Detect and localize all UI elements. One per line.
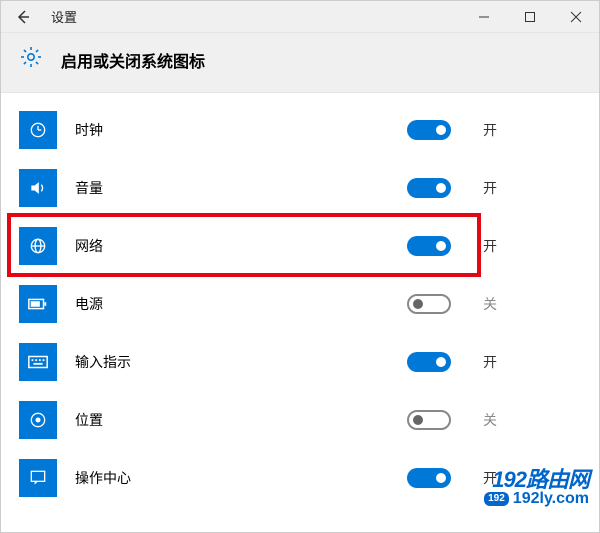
setting-row: 输入指示 开 [1,333,599,391]
page-header: 启用或关闭系统图标 [1,33,599,93]
back-button[interactable] [1,1,45,33]
toggle-state-label: 关 [483,410,511,430]
toggle-state-label: 开 [483,236,511,256]
watermark-line1: 192路由网 [484,469,589,491]
watermark-badge: 192 [484,492,509,506]
toggle-switch[interactable] [407,468,451,488]
toggle-state-label: 关 [483,294,511,314]
setting-label: 操作中心 [75,468,389,488]
toggle-switch[interactable] [407,178,451,198]
setting-label: 电源 [75,294,389,314]
page-title: 启用或关闭系统图标 [61,48,205,72]
toggle-switch[interactable] [407,410,451,430]
setting-row: 时钟 开 [1,101,599,159]
setting-row: 电源 关 [1,275,599,333]
setting-label: 位置 [75,410,389,430]
clock-icon [19,111,57,149]
titlebar: 设置 [1,1,599,33]
maximize-icon [524,11,536,23]
toggle-state-label: 开 [483,178,511,198]
toggle-switch[interactable] [407,352,451,372]
setting-row: 网络 开 [1,217,599,275]
power-icon [19,285,57,323]
setting-row: 位置 关 [1,391,599,449]
watermark-line2: 192ly.com [513,491,589,507]
minimize-button[interactable] [461,1,507,33]
setting-row: 音量 开 [1,159,599,217]
toggle-switch[interactable] [407,120,451,140]
watermark: 192路由网 192 192ly.com [484,469,589,507]
setting-label: 网络 [75,236,389,256]
toggle-switch[interactable] [407,236,451,256]
toggle-switch[interactable] [407,294,451,314]
setting-label: 时钟 [75,120,389,140]
action-center-icon [19,459,57,497]
arrow-left-icon [15,9,31,25]
setting-label: 输入指示 [75,352,389,372]
volume-icon [19,169,57,207]
window-title: 设置 [51,7,77,26]
maximize-button[interactable] [507,1,553,33]
minimize-icon [478,11,490,23]
gear-icon [19,45,43,74]
close-icon [570,11,582,23]
setting-label: 音量 [75,178,389,198]
toggle-state-label: 开 [483,120,511,140]
toggle-state-label: 开 [483,352,511,372]
close-button[interactable] [553,1,599,33]
input-indicator-icon [19,343,57,381]
settings-list: 时钟开音量开网络开电源关输入指示开位置关操作中心开 192路由网 192 192… [1,93,599,515]
network-icon [19,227,57,265]
location-icon [19,401,57,439]
